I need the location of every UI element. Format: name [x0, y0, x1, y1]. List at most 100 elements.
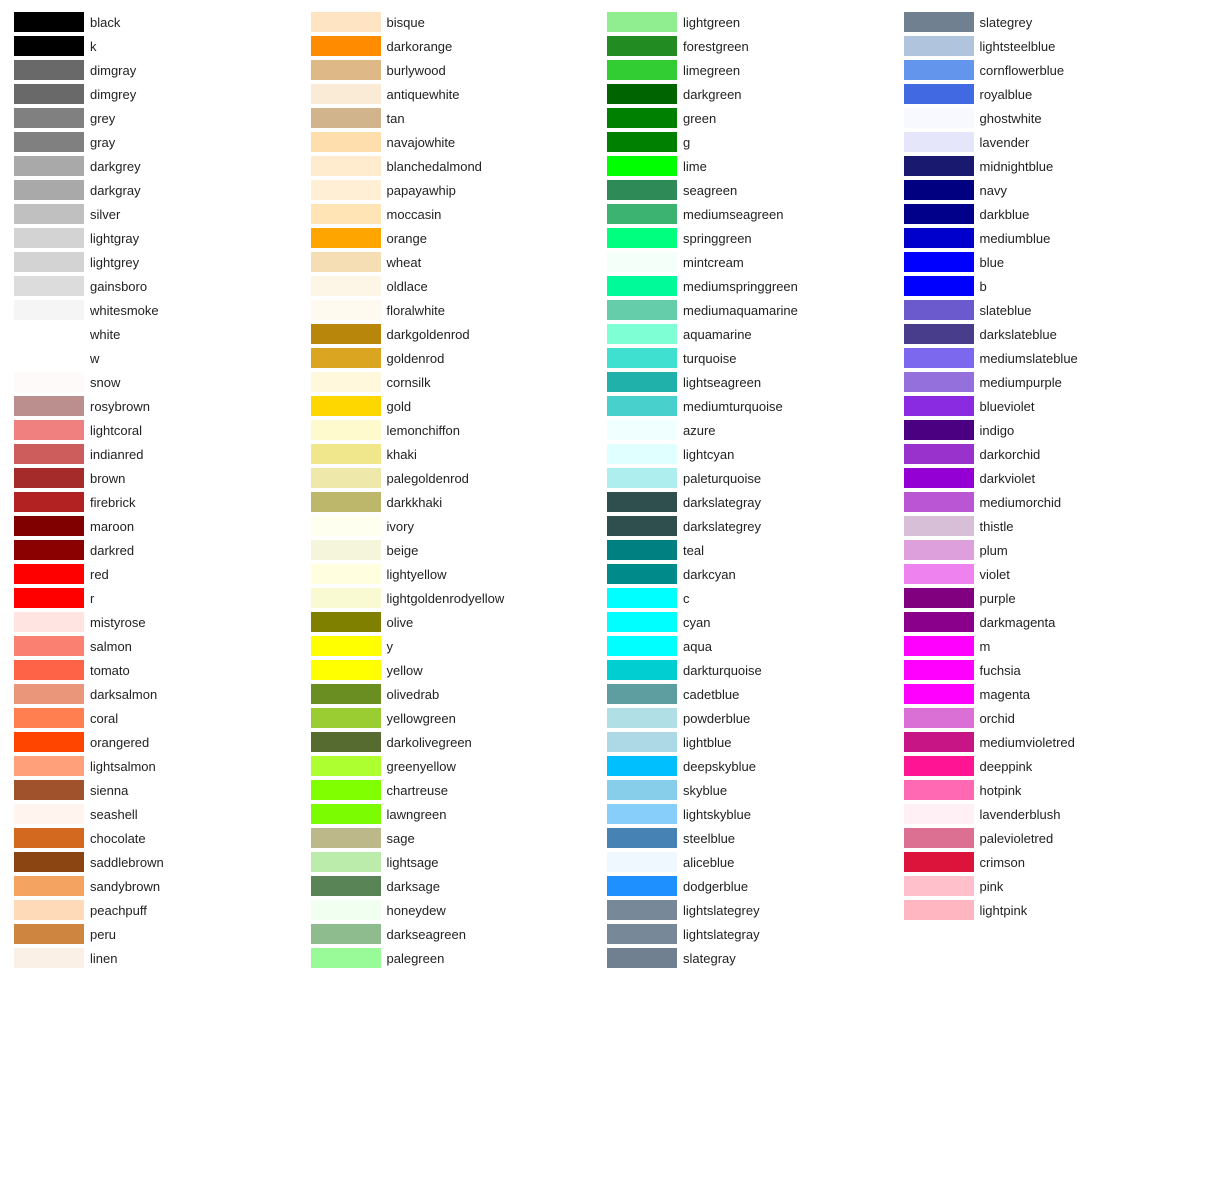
color-name: dimgrey [90, 87, 136, 102]
color-swatch [607, 924, 677, 944]
color-name: snow [90, 375, 120, 390]
color-row: orchid [900, 706, 1197, 730]
color-row: thistle [900, 514, 1197, 538]
color-row: firebrick [10, 490, 307, 514]
color-swatch [14, 444, 84, 464]
color-row: bisque [307, 10, 604, 34]
color-swatch [311, 924, 381, 944]
color-row: aliceblue [603, 850, 900, 874]
color-name: coral [90, 711, 118, 726]
color-row: darkgray [10, 178, 307, 202]
color-row: lavender [900, 130, 1197, 154]
color-swatch [14, 252, 84, 272]
color-row: mintcream [603, 250, 900, 274]
color-name: limegreen [683, 63, 740, 78]
color-row: deepskyblue [603, 754, 900, 778]
color-row: darkturquoise [603, 658, 900, 682]
color-swatch [607, 132, 677, 152]
color-row: silver [10, 202, 307, 226]
color-row: yellow [307, 658, 604, 682]
color-swatch [311, 828, 381, 848]
color-row: mediumblue [900, 226, 1197, 250]
color-row: lavenderblush [900, 802, 1197, 826]
color-row: peachpuff [10, 898, 307, 922]
color-name: cadetblue [683, 687, 739, 702]
column-4: slategreylightsteelbluecornflowerblueroy… [900, 10, 1197, 970]
color-swatch [904, 828, 974, 848]
color-name: lightslategray [683, 927, 760, 942]
color-name: moccasin [387, 207, 442, 222]
color-swatch [904, 84, 974, 104]
color-swatch [904, 780, 974, 800]
color-row: floralwhite [307, 298, 604, 322]
color-row: navajowhite [307, 130, 604, 154]
color-row: powderblue [603, 706, 900, 730]
color-row: lightsalmon [10, 754, 307, 778]
color-row: gainsboro [10, 274, 307, 298]
color-swatch [14, 828, 84, 848]
color-name: steelblue [683, 831, 735, 846]
color-row: plum [900, 538, 1197, 562]
color-row: cornflowerblue [900, 58, 1197, 82]
color-swatch [607, 420, 677, 440]
color-name: royalblue [980, 87, 1033, 102]
color-name: darkseagreen [387, 927, 467, 942]
color-swatch [607, 180, 677, 200]
color-row: palegoldenrod [307, 466, 604, 490]
color-swatch [14, 948, 84, 968]
color-swatch [14, 60, 84, 80]
color-row: sandybrown [10, 874, 307, 898]
color-row: teal [603, 538, 900, 562]
color-name: seashell [90, 807, 138, 822]
color-name: turquoise [683, 351, 736, 366]
color-name: m [980, 639, 991, 654]
color-row: wheat [307, 250, 604, 274]
color-name: crimson [980, 855, 1026, 870]
color-name: brown [90, 471, 125, 486]
color-row: sage [307, 826, 604, 850]
color-swatch [904, 228, 974, 248]
color-swatch [607, 492, 677, 512]
color-swatch [904, 900, 974, 920]
color-row: c [603, 586, 900, 610]
color-swatch [311, 516, 381, 536]
color-swatch [607, 756, 677, 776]
color-name: darkorchid [980, 447, 1041, 462]
color-swatch [904, 516, 974, 536]
color-name: lightskyblue [683, 807, 751, 822]
color-name: rosybrown [90, 399, 150, 414]
color-name: darksage [387, 879, 440, 894]
color-name: indigo [980, 423, 1015, 438]
color-name: aquamarine [683, 327, 752, 342]
color-name: cornsilk [387, 375, 431, 390]
color-swatch [14, 108, 84, 128]
color-swatch [311, 564, 381, 584]
color-swatch [904, 636, 974, 656]
color-name: fuchsia [980, 663, 1021, 678]
color-name: chartreuse [387, 783, 448, 798]
color-swatch [904, 204, 974, 224]
color-name: aqua [683, 639, 712, 654]
color-row: lightseagreen [603, 370, 900, 394]
color-name: gainsboro [90, 279, 147, 294]
color-swatch [607, 540, 677, 560]
color-name: lightcoral [90, 423, 142, 438]
color-name: cornflowerblue [980, 63, 1065, 78]
color-name: darksalmon [90, 687, 157, 702]
color-row: goldenrod [307, 346, 604, 370]
color-swatch [904, 396, 974, 416]
color-swatch [311, 732, 381, 752]
color-row: darkslategray [603, 490, 900, 514]
color-name: mediumvioletred [980, 735, 1075, 750]
color-swatch [14, 324, 84, 344]
color-row: lemonchiffon [307, 418, 604, 442]
color-swatch [14, 300, 84, 320]
color-swatch [311, 588, 381, 608]
color-name: y [387, 639, 394, 654]
color-swatch [607, 852, 677, 872]
color-name: ghostwhite [980, 111, 1042, 126]
color-swatch [607, 324, 677, 344]
color-name: darkgoldenrod [387, 327, 470, 342]
color-row: steelblue [603, 826, 900, 850]
color-name: powderblue [683, 711, 750, 726]
